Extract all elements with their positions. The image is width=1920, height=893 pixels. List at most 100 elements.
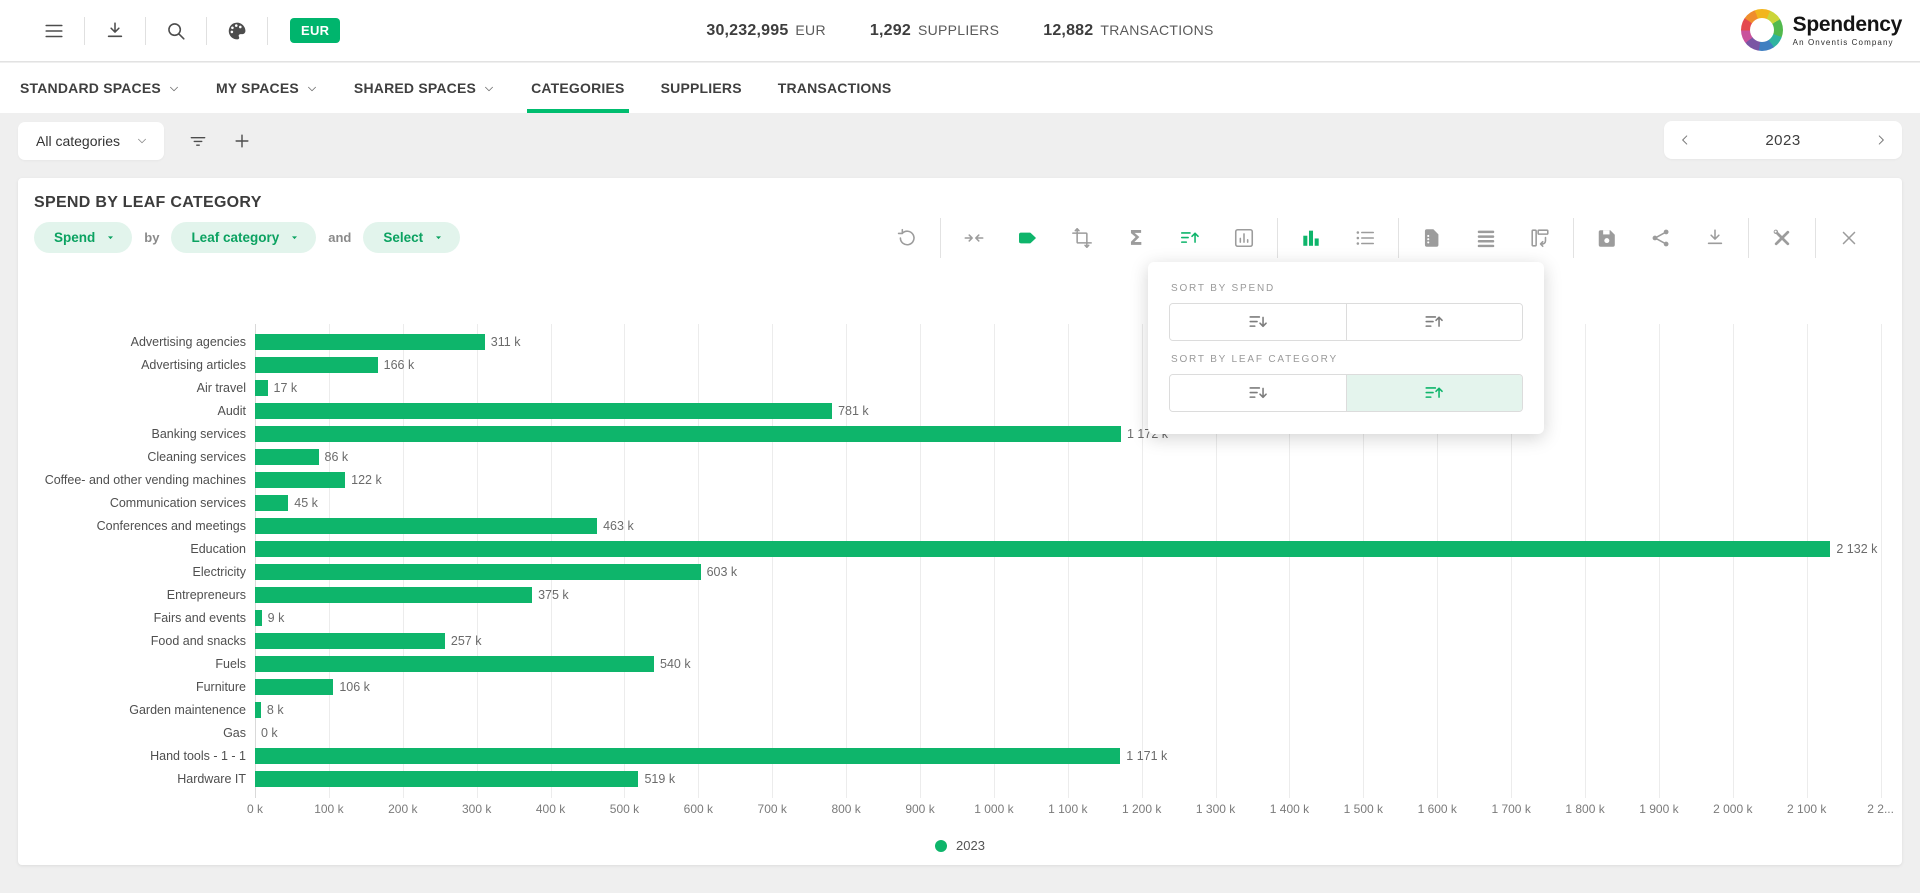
chart-row: Electricity603 k bbox=[32, 560, 1888, 583]
value-label: 17 k bbox=[274, 381, 298, 395]
sort-spend-ascending-button[interactable] bbox=[1346, 304, 1523, 340]
pivot-icon[interactable] bbox=[1529, 226, 1551, 250]
bar-education[interactable] bbox=[255, 541, 1830, 557]
bar-air-travel[interactable] bbox=[255, 380, 268, 396]
chevron-down-icon bbox=[105, 232, 116, 243]
add-view-icon[interactable] bbox=[232, 131, 252, 151]
bar-conferences-and-meetings[interactable] bbox=[255, 518, 597, 534]
settings-icon[interactable] bbox=[1771, 226, 1793, 250]
collapse-icon[interactable] bbox=[963, 226, 985, 250]
refresh-icon[interactable] bbox=[896, 226, 918, 250]
share-icon[interactable] bbox=[1650, 226, 1672, 250]
measure-select[interactable]: Spend bbox=[34, 222, 132, 253]
bar-coffee-and-other-vending-machines[interactable] bbox=[255, 472, 345, 488]
secondary-dimension-select[interactable]: Select bbox=[363, 222, 460, 253]
search-icon[interactable] bbox=[165, 20, 187, 42]
and-label: and bbox=[328, 230, 351, 245]
tab-label: CATEGORIES bbox=[531, 80, 625, 96]
chevron-down-icon bbox=[483, 83, 495, 95]
sort-spend-descending-button[interactable] bbox=[1170, 304, 1346, 340]
chart-row: Audit781 k bbox=[32, 399, 1888, 422]
sort-icon[interactable] bbox=[1179, 226, 1201, 250]
value-label: 519 k bbox=[644, 772, 675, 786]
topbar-stats: 30,232,995EUR1,292SUPPLIERS12,882TRANSAC… bbox=[706, 0, 1213, 62]
chart-row: Advertising agencies311 k bbox=[32, 330, 1888, 353]
tab-transactions[interactable]: TRANSACTIONS bbox=[774, 63, 896, 113]
bar-garden-maintenence[interactable] bbox=[255, 702, 261, 718]
sort-category-ascending-button[interactable] bbox=[1346, 375, 1523, 411]
bar-hand-tools-1-1[interactable] bbox=[255, 748, 1120, 764]
sum-icon[interactable]: Σ bbox=[1125, 226, 1147, 250]
spendency-logo: Spendency An Onventis Company bbox=[1741, 9, 1902, 51]
value-label: 45 k bbox=[294, 496, 318, 510]
category-label: Air travel bbox=[32, 381, 255, 395]
bar-advertising-articles[interactable] bbox=[255, 357, 378, 373]
bar-communication-services[interactable] bbox=[255, 495, 288, 511]
tab-standard-spaces[interactable]: STANDARD SPACES bbox=[16, 63, 184, 113]
bar-banking-services[interactable] bbox=[255, 426, 1121, 442]
tab-suppliers[interactable]: SUPPLIERS bbox=[657, 63, 746, 113]
bar-fuels[interactable] bbox=[255, 656, 654, 672]
bar-furniture[interactable] bbox=[255, 679, 333, 695]
bar-food-and-snacks[interactable] bbox=[255, 633, 445, 649]
tab-label: SUPPLIERS bbox=[661, 80, 742, 96]
list-icon[interactable] bbox=[1354, 226, 1376, 250]
x-tick-label: 1 700 k bbox=[1491, 802, 1530, 816]
value-label: 540 k bbox=[660, 657, 691, 671]
value-label: 8 k bbox=[267, 703, 284, 717]
crop-icon[interactable] bbox=[1071, 226, 1093, 250]
value-label: 603 k bbox=[707, 565, 738, 579]
bar-hardware-it[interactable] bbox=[255, 771, 638, 787]
menu-icon[interactable] bbox=[43, 20, 65, 42]
tab-categories[interactable]: CATEGORIES bbox=[527, 63, 629, 113]
currency-badge[interactable]: EUR bbox=[290, 18, 340, 43]
report-icon[interactable] bbox=[1421, 226, 1443, 250]
category-filter-select[interactable]: All categories bbox=[18, 122, 164, 160]
save-icon[interactable] bbox=[1596, 226, 1618, 250]
rows-icon[interactable] bbox=[1475, 226, 1497, 250]
chart-settings-icon[interactable] bbox=[1233, 226, 1255, 250]
tab-shared-spaces[interactable]: SHARED SPACES bbox=[350, 63, 499, 113]
bar-cleaning-services[interactable] bbox=[255, 449, 319, 465]
bar-electricity[interactable] bbox=[255, 564, 701, 580]
stat-suppliers: 1,292SUPPLIERS bbox=[870, 22, 999, 40]
x-tick-label: 600 k bbox=[684, 802, 713, 816]
chevron-down-icon bbox=[433, 232, 444, 243]
category-label: Cleaning services bbox=[32, 450, 255, 464]
year-selector: 2023 bbox=[1664, 121, 1902, 159]
category-label: Hardware IT bbox=[32, 772, 255, 786]
chart-row: Furniture106 k bbox=[32, 675, 1888, 698]
chart-legend: 2023 bbox=[32, 838, 1888, 853]
divider bbox=[145, 17, 146, 45]
tab-my-spaces[interactable]: MY SPACES bbox=[212, 63, 322, 113]
bar-chart-icon[interactable] bbox=[1300, 226, 1322, 250]
next-year-icon[interactable] bbox=[1874, 133, 1888, 147]
dimension-select[interactable]: Leaf category bbox=[171, 222, 316, 253]
bar-entrepreneurs[interactable] bbox=[255, 587, 532, 603]
palette-icon[interactable] bbox=[226, 20, 248, 42]
chart-row: Food and snacks257 k bbox=[32, 629, 1888, 652]
filter-icon[interactable] bbox=[188, 131, 208, 151]
topbar-actions: EUR bbox=[0, 0, 340, 61]
dimension-select-value: Leaf category bbox=[191, 230, 279, 245]
sort-category-descending-button[interactable] bbox=[1170, 375, 1346, 411]
download-icon[interactable] bbox=[104, 20, 126, 42]
chevron-down-icon bbox=[289, 232, 300, 243]
value-label: 311 k bbox=[491, 335, 521, 349]
filter-bar: All categories 2023 bbox=[0, 113, 1920, 168]
tag-icon[interactable] bbox=[1017, 226, 1039, 250]
chart-row: Advertising articles166 k bbox=[32, 353, 1888, 376]
previous-year-icon[interactable] bbox=[1678, 133, 1692, 147]
download-icon[interactable] bbox=[1704, 226, 1726, 250]
x-tick-label: 1 000 k bbox=[974, 802, 1013, 816]
category-label: Food and snacks bbox=[32, 634, 255, 648]
bar-advertising-agencies[interactable] bbox=[255, 334, 485, 350]
close-icon[interactable] bbox=[1838, 226, 1860, 250]
bar-audit[interactable] bbox=[255, 403, 832, 419]
by-label: by bbox=[144, 230, 159, 245]
chart-row: Entrepreneurs375 k bbox=[32, 583, 1888, 606]
value-label: 106 k bbox=[339, 680, 370, 694]
x-tick-label: 1 600 k bbox=[1418, 802, 1457, 816]
bar-fairs-and-events[interactable] bbox=[255, 610, 262, 626]
topbar: EUR 30,232,995EUR1,292SUPPLIERS12,882TRA… bbox=[0, 0, 1920, 62]
